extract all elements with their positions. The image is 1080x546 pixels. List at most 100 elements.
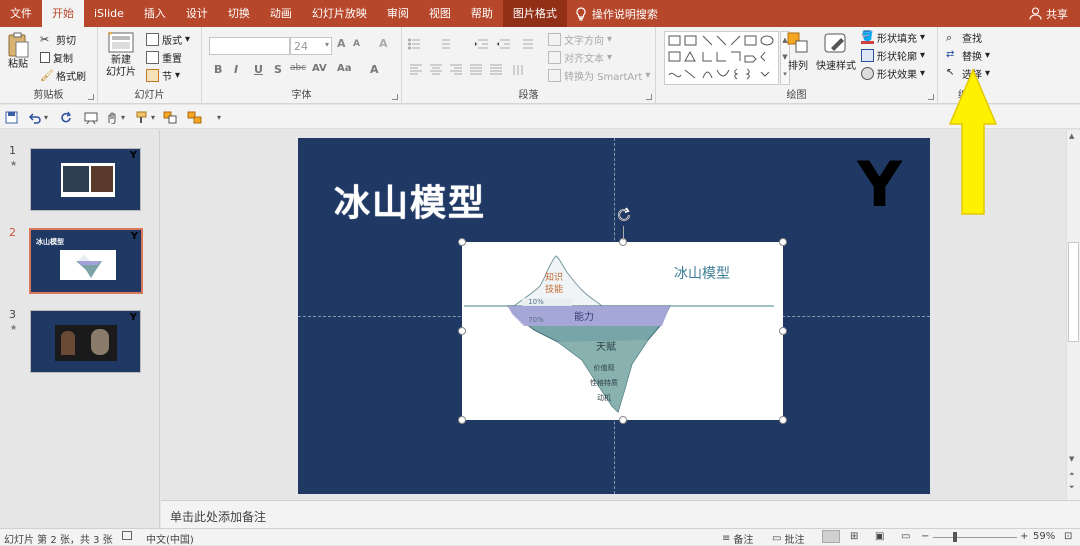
replace-button[interactable]: ⇄ 替换 ▾ — [946, 47, 990, 63]
format-painter-label: 格式刷 — [56, 71, 86, 83]
tab-transitions[interactable]: 切换 — [218, 0, 260, 27]
fit-to-window-icon[interactable]: ⊡ — [1064, 531, 1072, 542]
paragraph-launcher[interactable] — [646, 94, 652, 100]
slide-sorter-button[interactable]: ⊞ — [850, 531, 858, 542]
section-button[interactable]: 节 ▾ — [146, 67, 180, 83]
smartart-button[interactable]: 转换为 SmartArt ▾ — [548, 67, 650, 83]
tab-design[interactable]: 设计 — [176, 0, 218, 27]
shapes-gallery[interactable] — [664, 31, 779, 85]
find-button[interactable]: ⌕ 查找 — [946, 29, 982, 45]
slide-thumbnail-1[interactable]: Y — [30, 148, 141, 211]
paint-format-button[interactable]: ▾ — [135, 109, 155, 125]
format-painter-button[interactable]: 🖌 格式刷 — [40, 67, 86, 83]
zoom-out-button[interactable]: − — [921, 531, 929, 542]
tab-home[interactable]: 开始 — [42, 0, 84, 27]
previous-slide-icon[interactable]: ⏶ — [1069, 470, 1075, 479]
shape-effects-button[interactable]: 形状效果 ▾ — [861, 65, 925, 81]
save-button[interactable] — [5, 109, 18, 125]
reading-view-button[interactable]: ▣ — [875, 531, 884, 542]
scroll-thumb[interactable] — [1068, 242, 1079, 342]
undo-button[interactable]: ▾ — [28, 109, 48, 125]
paragraph-icons-row1 — [408, 38, 533, 50]
tab-file[interactable]: 文件 — [0, 0, 42, 27]
resize-handle-e[interactable] — [779, 327, 787, 335]
char-spacing-button[interactable]: AV — [312, 63, 327, 74]
cut-button[interactable]: ✂ 剪切 — [40, 31, 76, 47]
clear-format-button[interactable]: A — [379, 37, 388, 50]
zoom-in-button[interactable]: + — [1020, 531, 1028, 542]
iceberg-picture[interactable]: 知识 技能 10% 70% 能力 天赋 价值观 性格特质 动机 冰山模型 — [462, 242, 783, 420]
tab-view[interactable]: 视图 — [419, 0, 461, 27]
drawing-group-label: 绘图 — [786, 90, 807, 101]
slide-thumbnail-2[interactable]: 冰山模型 Y — [29, 228, 143, 294]
from-beginning-button[interactable] — [84, 109, 98, 125]
align-text-button[interactable]: 对齐文本 ▾ — [548, 49, 612, 65]
slide-title[interactable]: 冰山模型 — [334, 174, 486, 226]
tab-islide[interactable]: iSlide — [84, 0, 134, 27]
resize-handle-w[interactable] — [458, 327, 466, 335]
zoom-slider[interactable] — [933, 537, 1017, 538]
zoom-level[interactable]: 59% — [1033, 531, 1055, 542]
underline-button[interactable]: U — [254, 63, 263, 76]
zoom-slider-thumb[interactable] — [953, 532, 957, 542]
group-objects-button[interactable] — [163, 109, 178, 125]
next-slide-icon[interactable]: ⏷ — [1069, 483, 1075, 492]
shape-outline-button[interactable]: 形状轮廓 ▾ — [861, 47, 925, 63]
customize-qat-button[interactable]: ▾ — [217, 109, 221, 125]
tab-animations[interactable]: 动画 — [260, 0, 302, 27]
notes-toggle-button[interactable]: ≡ 备注 — [722, 531, 753, 546]
paste-button[interactable]: 粘贴 — [6, 31, 30, 71]
shrink-font-button[interactable]: A — [353, 39, 360, 49]
tab-picture-format[interactable]: 图片格式 — [502, 0, 567, 27]
slide-corner-logo[interactable]: Y — [857, 148, 902, 221]
notes-pane[interactable]: 单击此处添加备注 — [161, 500, 1080, 528]
change-case-button[interactable]: Aa — [337, 63, 352, 74]
grow-font-button[interactable]: A — [337, 37, 346, 50]
font-size-input[interactable]: 24 ▾ — [290, 37, 332, 55]
clipboard-launcher[interactable] — [88, 94, 94, 100]
scroll-down-icon[interactable]: ▼ — [1069, 455, 1074, 463]
bold-button[interactable]: B — [214, 63, 222, 76]
resize-handle-se[interactable] — [779, 416, 787, 424]
ungroup-objects-button[interactable] — [187, 109, 202, 125]
font-launcher[interactable] — [392, 94, 398, 100]
touch-mode-button[interactable]: ▾ — [105, 109, 125, 125]
tab-review[interactable]: 审阅 — [377, 0, 419, 27]
share-button[interactable]: 共享 — [1029, 6, 1080, 22]
slide-canvas[interactable]: 冰山模型 Y 知识 技能 10% 70% 能力 天赋 价值观 性格特质 动机 冰… — [298, 138, 930, 494]
tell-me-search[interactable]: 操作说明搜索 — [567, 0, 666, 27]
reset-button[interactable]: 重置 — [146, 49, 182, 65]
resize-handle-ne[interactable] — [779, 238, 787, 246]
italic-button[interactable]: I — [234, 63, 238, 76]
slide-thumbnail-3[interactable]: Y — [30, 310, 141, 373]
shadow-button[interactable]: S — [274, 63, 282, 76]
arrange-button[interactable]: 排列 — [786, 31, 810, 73]
drawing-launcher[interactable] — [928, 94, 934, 100]
resize-handle-s[interactable] — [619, 416, 627, 424]
normal-view-button[interactable] — [822, 530, 840, 543]
resize-handle-sw[interactable] — [458, 416, 466, 424]
resize-handle-nw[interactable] — [458, 238, 466, 246]
vertical-scrollbar[interactable]: ▲ ▼ ⏶ ⏷ — [1066, 130, 1080, 500]
tab-help[interactable]: 帮助 — [461, 0, 503, 27]
copy-button[interactable]: 复制 — [40, 49, 73, 65]
quick-styles-button[interactable]: 快速样式 — [816, 31, 856, 73]
new-slide-button[interactable]: 新建 幻灯片 — [106, 31, 136, 79]
comments-toggle-button[interactable]: ▭ 批注 — [772, 531, 804, 546]
strike-button[interactable]: abc — [290, 63, 306, 73]
scroll-up-icon[interactable]: ▲ — [1069, 132, 1074, 140]
font-name-input[interactable] — [209, 37, 290, 55]
tab-insert[interactable]: 插入 — [134, 0, 176, 27]
redo-button[interactable] — [60, 109, 73, 125]
shape-fill-button[interactable]: 🪣 形状填充 ▾ — [861, 29, 925, 45]
layout-button[interactable]: 版式 ▾ — [146, 31, 190, 47]
rotate-handle-icon[interactable] — [614, 205, 634, 225]
language-indicator[interactable]: 中文(中国) — [146, 531, 194, 546]
user-icon — [1029, 7, 1042, 20]
text-direction-button[interactable]: 文字方向 ▾ — [548, 31, 612, 47]
slideshow-view-button[interactable]: ▭ — [901, 531, 910, 542]
font-color-button[interactable]: A — [370, 63, 379, 76]
spellcheck-icon[interactable] — [122, 531, 132, 540]
smartart-label: 转换为 SmartArt — [564, 71, 643, 83]
tab-slideshow[interactable]: 幻灯片放映 — [302, 0, 377, 27]
